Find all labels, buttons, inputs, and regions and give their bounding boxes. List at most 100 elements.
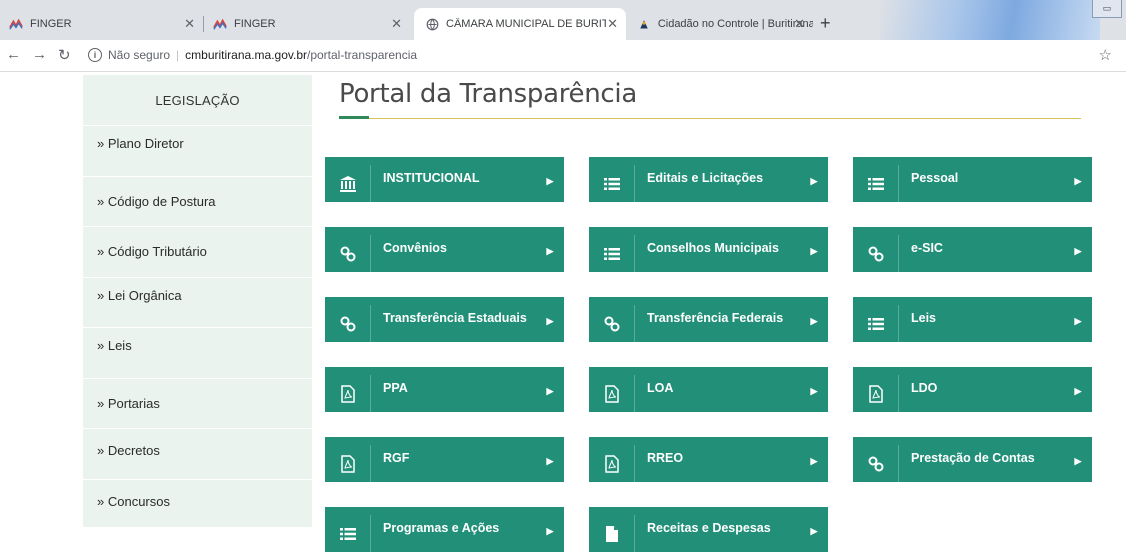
list-icon — [589, 235, 635, 272]
button-label: Transferência Estaduais — [383, 310, 527, 325]
sidebar-item-decretos[interactable]: » Decretos — [83, 429, 312, 480]
caret-right-icon: ▶ — [1074, 456, 1082, 466]
caret-right-icon: ▶ — [546, 246, 554, 256]
finger-logo-icon — [212, 16, 228, 32]
receitas-despesas-button[interactable]: Receitas e Despesas ▶ — [589, 507, 828, 552]
button-label: Leis — [911, 310, 937, 325]
new-tab-button[interactable]: + — [820, 13, 831, 34]
tab-camara-active[interactable]: CÂMARA MUNICIPAL DE BURITIR ✕ — [414, 8, 626, 40]
caret-right-icon: ▶ — [546, 176, 554, 186]
sidebar-item-leis[interactable]: » Leis — [83, 328, 312, 379]
sidebar-item-portarias[interactable]: » Portarias — [83, 379, 312, 429]
editais-licitacoes-button[interactable]: Editais e Licitações ▶ — [589, 157, 828, 202]
close-tab-icon[interactable]: ✕ — [794, 16, 805, 32]
site-favicon — [636, 16, 652, 32]
leis-button[interactable]: Leis ▶ — [853, 297, 1092, 342]
file-icon — [589, 515, 635, 552]
tab-title: FINGER — [234, 18, 276, 30]
address-divider: | — [176, 48, 180, 62]
title-accent-bar — [339, 116, 369, 119]
pessoal-button[interactable]: Pessoal ▶ — [853, 157, 1092, 202]
globe-icon — [424, 16, 440, 32]
link-icon — [589, 305, 635, 342]
tab-title: FINGER — [30, 18, 72, 30]
tab-separator — [203, 16, 204, 32]
back-arrow-icon[interactable]: ← — [6, 46, 21, 63]
page-title: Portal da Transparência — [339, 79, 637, 109]
caret-right-icon: ▶ — [810, 526, 818, 536]
convenios-button[interactable]: Convênios ▶ — [325, 227, 564, 272]
pdf-icon — [589, 375, 635, 412]
legislacao-sidebar: LEGISLAÇÃO » Plano Diretor » Código de P… — [83, 75, 312, 527]
address-bar[interactable]: i Não seguro | cmburitirana.ma.gov.br/po… — [88, 43, 417, 67]
browser-toolbar: ← → ↻ i Não seguro | cmburitirana.ma.gov… — [0, 40, 1126, 72]
sidebar-item-codigo-tributario[interactable]: » Código Tributário — [83, 227, 312, 278]
rreo-button[interactable]: RREO ▶ — [589, 437, 828, 482]
caret-right-icon: ▶ — [546, 456, 554, 466]
reload-icon[interactable]: ↻ — [58, 46, 71, 64]
button-label: Transferência Federais — [647, 310, 784, 325]
list-icon — [853, 305, 899, 342]
button-label: Convênios — [383, 240, 447, 255]
button-label: Prestação de Contas — [911, 450, 1035, 465]
transferencia-estaduais-button[interactable]: Transferência Estaduais ▶ — [325, 297, 564, 342]
transferencia-federais-button[interactable]: Transferência Federais ▶ — [589, 297, 828, 342]
button-label: e-SIC — [911, 240, 943, 255]
minimize-window-icon[interactable]: ▭ — [1092, 0, 1122, 18]
link-icon — [853, 235, 899, 272]
sidebar-item-label: » Lei Orgânica — [97, 287, 182, 303]
sidebar-item-concursos[interactable]: » Concursos — [83, 480, 312, 531]
url-path: /portal-transparencia — [307, 48, 418, 62]
sidebar-item-label: » Código de Postura — [97, 193, 216, 209]
sidebar-item-label: » Decretos — [97, 443, 160, 459]
caret-right-icon: ▶ — [546, 526, 554, 536]
link-icon — [325, 305, 371, 342]
conselhos-municipais-button[interactable]: Conselhos Municipais ▶ — [589, 227, 828, 272]
list-icon — [325, 515, 371, 552]
security-status: Não seguro — [108, 48, 171, 62]
caret-right-icon: ▶ — [810, 176, 818, 186]
loa-button[interactable]: LOA ▶ — [589, 367, 828, 412]
tab-title: Cidadão no Controle | Buritirana — [657, 18, 813, 30]
tab-title: CÂMARA MUNICIPAL DE BURITIR — [446, 18, 606, 30]
button-label: Conselhos Municipais — [647, 240, 779, 255]
caret-right-icon: ▶ — [810, 246, 818, 256]
programas-acoes-button[interactable]: Programas e Ações ▶ — [325, 507, 564, 552]
tab-finger-1[interactable]: FINGER ✕ — [8, 8, 203, 40]
list-icon — [853, 165, 899, 202]
bookmark-star-icon[interactable]: ☆ — [1099, 46, 1112, 64]
pdf-icon — [325, 445, 371, 482]
button-label: RREO — [647, 450, 684, 465]
link-icon — [325, 235, 371, 272]
ppa-button[interactable]: PPA ▶ — [325, 367, 564, 412]
button-label: LOA — [647, 380, 674, 395]
institucional-button[interactable]: INSTITUCIONAL ▶ — [325, 157, 564, 202]
tab-cidadao[interactable]: Cidadão no Controle | Buritirana ✕ — [628, 8, 813, 40]
close-tab-icon[interactable]: ✕ — [607, 16, 618, 32]
sidebar-item-codigo-postura[interactable]: » Código de Postura — [83, 177, 312, 227]
info-icon[interactable]: i — [88, 48, 102, 62]
pdf-icon — [589, 445, 635, 482]
list-icon — [589, 165, 635, 202]
rgf-button[interactable]: RGF ▶ — [325, 437, 564, 482]
prestacao-contas-button[interactable]: Prestação de Contas ▶ — [853, 437, 1092, 482]
pdf-icon — [853, 375, 899, 412]
sidebar-header: LEGISLAÇÃO — [83, 75, 312, 126]
e-sic-button[interactable]: e-SIC ▶ — [853, 227, 1092, 272]
tab-finger-2[interactable]: FINGER ✕ — [212, 8, 410, 40]
close-tab-icon[interactable]: ✕ — [391, 16, 402, 32]
sidebar-item-lei-organica[interactable]: » Lei Orgânica — [83, 278, 312, 328]
finger-logo-icon — [8, 16, 24, 32]
sidebar-item-plano-diretor[interactable]: » Plano Diretor — [83, 126, 312, 177]
browser-tab-bar: FINGER ✕ FINGER ✕ CÂMARA MUNICIPAL DE BU… — [0, 0, 1126, 40]
bank-icon — [325, 165, 371, 202]
caret-right-icon: ▶ — [1074, 246, 1082, 256]
close-tab-icon[interactable]: ✕ — [184, 16, 195, 32]
caret-right-icon: ▶ — [546, 316, 554, 326]
button-label: Programas e Ações — [383, 520, 500, 535]
button-label: INSTITUCIONAL — [383, 170, 480, 185]
forward-arrow-icon[interactable]: → — [32, 46, 47, 63]
button-label: Receitas e Despesas — [647, 520, 771, 535]
button-label: Pessoal — [911, 170, 959, 185]
ldo-button[interactable]: LDO ▶ — [853, 367, 1092, 412]
